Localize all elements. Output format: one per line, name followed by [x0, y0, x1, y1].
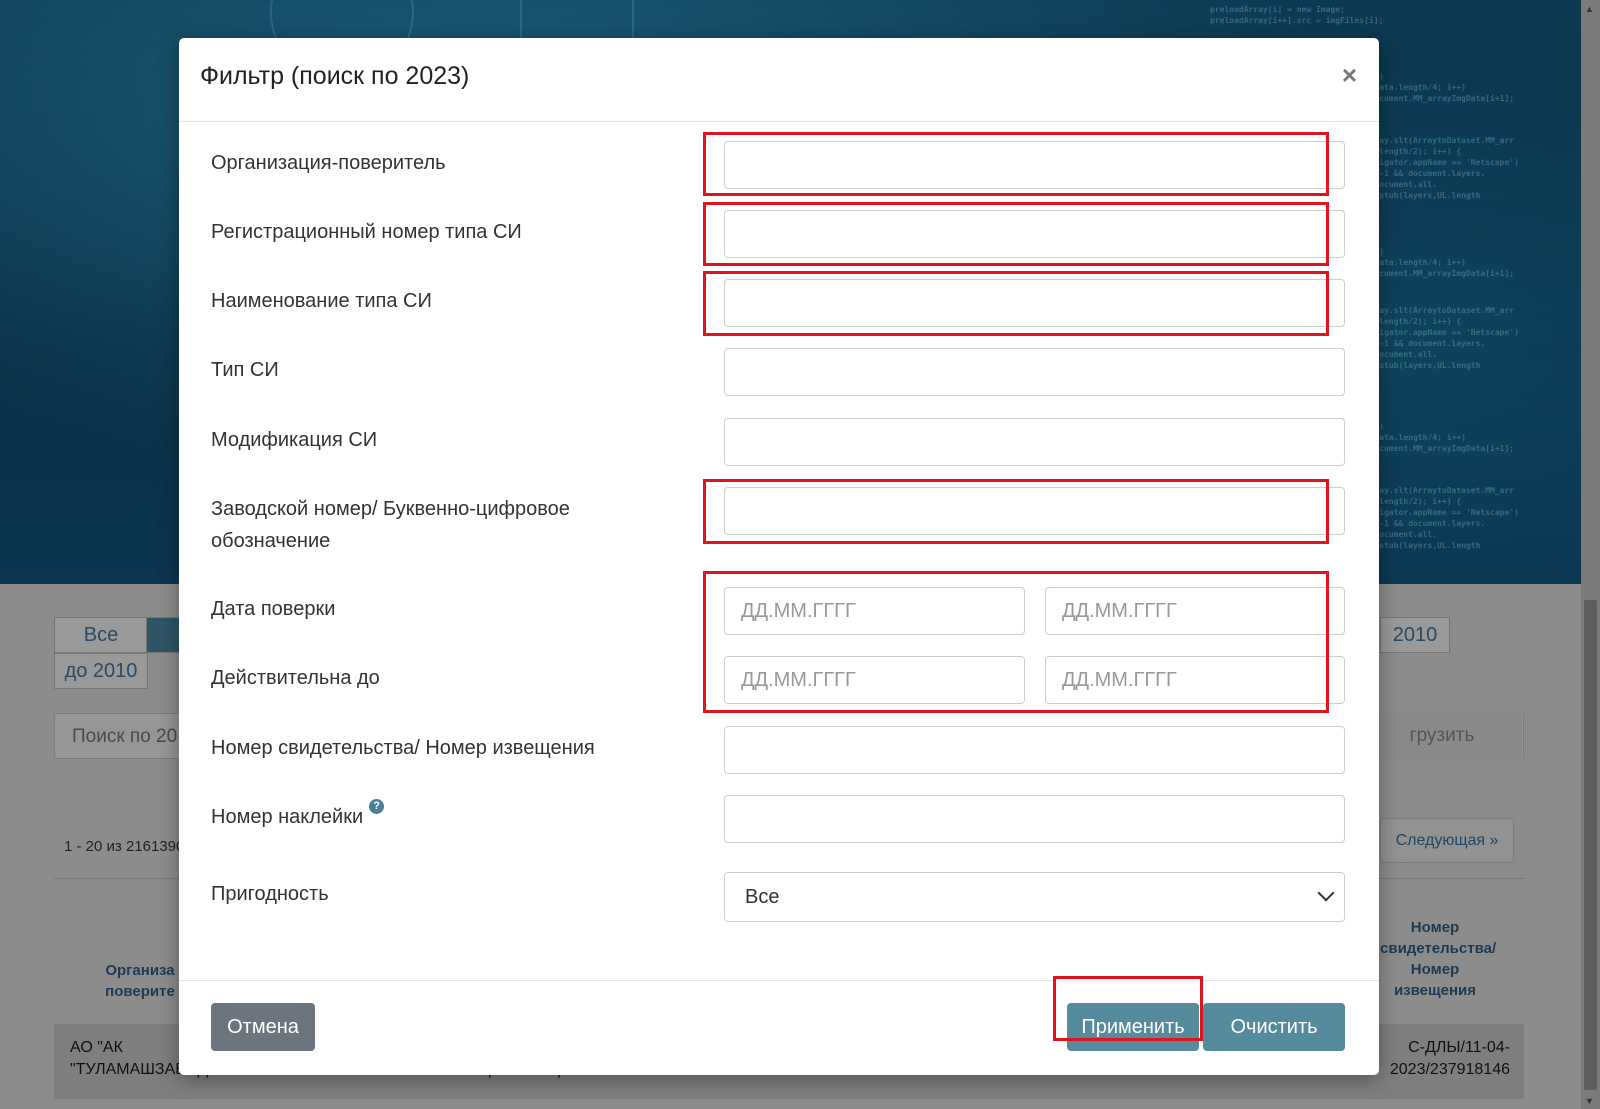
bg-next-page-button[interactable]: Следующая » [1380, 818, 1514, 863]
chevron-down-icon [1317, 884, 1335, 902]
sticker-label: Номер наклейки? [211, 799, 385, 833]
type-input[interactable] [724, 348, 1345, 396]
bg-upload-button[interactable]: грузить [1362, 713, 1522, 759]
decorative-code-7: .Array.slt(ArraytoDataset.MM_arr nts.len… [1360, 486, 1519, 550]
serial-label-line2: обозначение [211, 530, 331, 552]
clear-button[interactable]: Очистить [1203, 1003, 1345, 1051]
sticker-label-text: Номер наклейки [211, 806, 364, 828]
highlight-org [703, 132, 1329, 196]
bg-tab-before-2010[interactable]: до 2010 [54, 653, 148, 689]
scroll-up-icon[interactable]: ▲ [1585, 4, 1594, 14]
modification-input[interactable] [724, 418, 1345, 466]
cert-number-input[interactable] [724, 726, 1345, 774]
highlight-typename [703, 271, 1329, 336]
suitability-label: Пригодность [211, 883, 329, 905]
highlight-dates [703, 571, 1329, 713]
highlight-regnum [703, 202, 1329, 266]
cancel-button[interactable]: Отмена [211, 1003, 315, 1051]
sticker-input[interactable] [724, 795, 1345, 843]
type-label: Тип СИ [211, 359, 279, 381]
highlight-apply [1053, 976, 1203, 1041]
close-icon[interactable]: × [1342, 62, 1357, 88]
decorative-code-4: =2.0 null) imgData.length/4; i++) = docu… [1360, 236, 1515, 278]
suitability-select[interactable]: Все [724, 872, 1345, 922]
regnum-label: Регистрационный номер типа СИ [211, 221, 522, 243]
page-scrollbar[interactable]: ▲ ▼ [1581, 0, 1600, 1109]
typename-label: Наименование типа СИ [211, 290, 432, 312]
decorative-code-2: =2.0 null) imgData.length/4; i++) = docu… [1360, 61, 1515, 103]
bg-col-header-cert[interactable]: Номер свидетельства/ Номер извещения [1380, 917, 1496, 1001]
verify-date-label: Дата поверки [211, 598, 336, 620]
org-label: Организация-поверитель [211, 152, 446, 174]
decorative-code-6: =2.0 null) imgData.length/4; i++) = docu… [1360, 411, 1515, 453]
help-icon[interactable]: ? [369, 799, 385, 814]
bg-tab-all[interactable]: Все [54, 617, 148, 653]
bg-col-header-org[interactable]: Организа поверите [100, 960, 180, 1002]
decorative-code-3: .Array.slt(ArraytoDataset.MM_arr nts.len… [1360, 136, 1519, 200]
decorative-code-1: preloadArray[i] = new Image; preloadArra… [1210, 5, 1384, 25]
serial-label: Заводской номер/ Буквенно-цифровое обозн… [211, 493, 570, 557]
modification-label: Модификация СИ [211, 429, 378, 451]
scroll-down-icon[interactable]: ▼ [1585, 1096, 1594, 1106]
modal-header: Фильтр (поиск по 2023) × [179, 38, 1379, 122]
bg-cell-cert: С-ДЛЫ/11-04-2023/237918146 [1389, 1039, 1510, 1078]
bg-tab-2010[interactable]: 2010 [1380, 617, 1450, 653]
valid-until-label: Действительна до [211, 667, 380, 689]
modal-title: Фильтр (поиск по 2023) [200, 62, 470, 90]
cert-number-label: Номер свидетельства/ Номер извещения [211, 737, 595, 759]
filter-modal: Фильтр (поиск по 2023) × Организация-пов… [179, 38, 1379, 1075]
bg-results-count: 1 - 20 из 2161390 [64, 838, 185, 855]
suitability-selected-value: Все [745, 886, 780, 908]
serial-label-line1: Заводской номер/ Буквенно-цифровое [211, 498, 570, 520]
scrollbar-thumb[interactable] [1584, 600, 1597, 1090]
highlight-serial [703, 479, 1329, 544]
decorative-code-5: .Array.slt(ArraytoDataset.MM_arr nts.len… [1360, 306, 1519, 370]
